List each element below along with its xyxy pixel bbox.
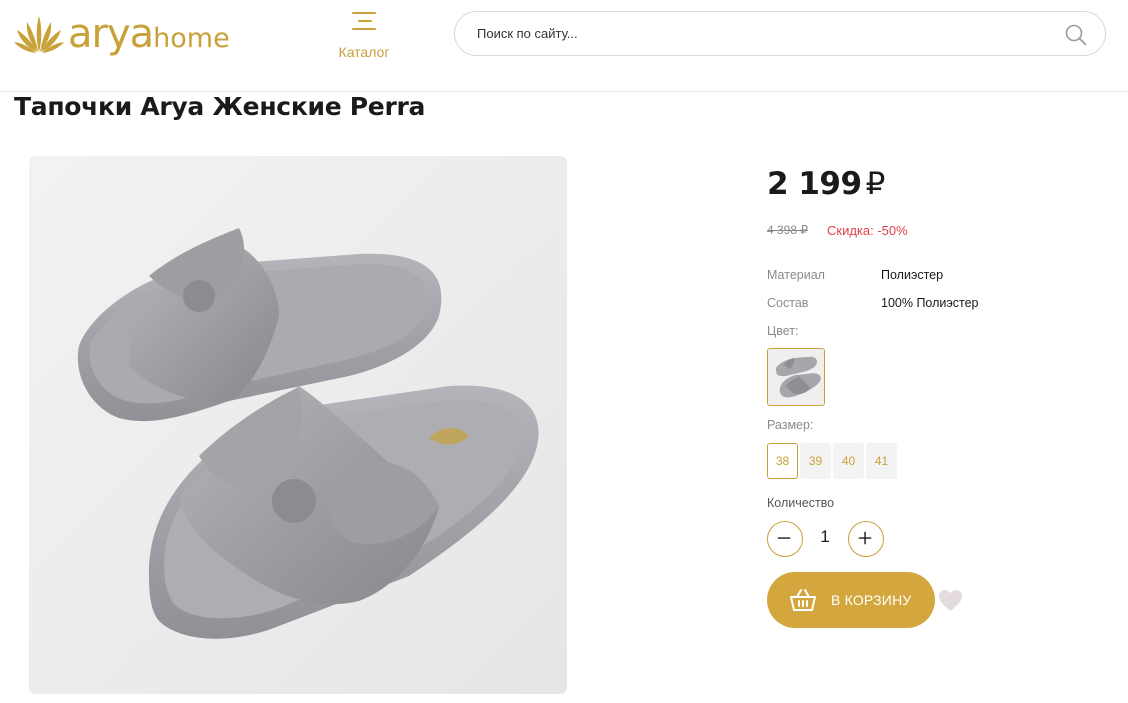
discount-label: Скидка: -50%: [827, 223, 908, 238]
old-price: 4 398 ₽: [767, 223, 808, 237]
price-currency: ₽: [865, 166, 886, 202]
search-icon[interactable]: [1065, 24, 1087, 46]
quantity-increase-button[interactable]: [848, 521, 884, 557]
logo-text-home: home: [153, 23, 230, 54]
attr-composition-key: Состав: [767, 296, 809, 310]
color-label: Цвет:: [767, 324, 799, 338]
attr-composition-value: 100% Полиэстер: [881, 296, 979, 310]
menu-icon: [352, 12, 376, 30]
site-header: arya home Каталог: [0, 0, 1128, 92]
logo-text-arya: arya: [68, 11, 154, 57]
search-bar: [454, 11, 1106, 56]
search-input[interactable]: [477, 12, 1057, 55]
quantity-decrease-button[interactable]: [767, 521, 803, 557]
attr-material-value: Полиэстер: [881, 268, 944, 282]
size-option-40[interactable]: 40: [833, 443, 864, 479]
quantity-label: Количество: [767, 496, 835, 510]
add-to-cart-button[interactable]: В КОРЗИНУ: [767, 572, 935, 628]
logo[interactable]: arya home: [14, 10, 230, 58]
size-option-41[interactable]: 41: [866, 443, 897, 479]
plus-icon: [858, 531, 872, 545]
basket-icon: [790, 589, 816, 611]
size-label: Размер:: [767, 418, 814, 432]
size-option-39[interactable]: 39: [800, 443, 831, 479]
price-value: 2 199: [767, 166, 862, 202]
lotus-icon: [14, 16, 64, 53]
catalog-label: Каталог: [338, 44, 390, 60]
size-option-38[interactable]: 38: [767, 443, 798, 479]
quantity-value[interactable]: 1: [805, 527, 845, 547]
catalog-button[interactable]: Каталог: [334, 10, 394, 60]
product-image[interactable]: [29, 156, 567, 694]
color-swatch-thumbnail: [768, 349, 824, 405]
heart-icon[interactable]: [938, 589, 963, 612]
color-swatch[interactable]: [767, 348, 825, 406]
product-price: 2 199 ₽: [767, 166, 885, 202]
logo-text: arya home: [68, 11, 230, 57]
add-to-cart-label: В КОРЗИНУ: [831, 592, 912, 608]
page-title: Тапочки Arya Женские Perra: [14, 92, 426, 121]
minus-icon: [777, 537, 791, 539]
attr-material-key: Материал: [767, 268, 825, 282]
slippers-photo: [29, 156, 567, 694]
size-list: 38 39 40 41: [767, 443, 897, 479]
